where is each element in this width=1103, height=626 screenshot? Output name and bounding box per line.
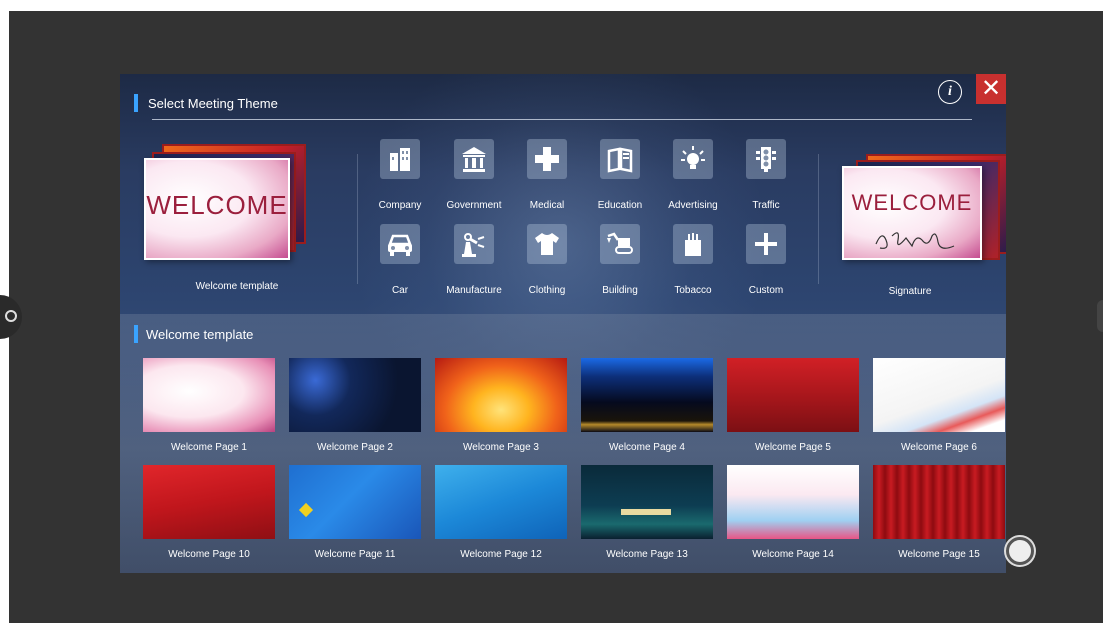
signature-preview: WELCOME <box>842 166 982 260</box>
category-label: Medical <box>529 200 565 211</box>
category-label: Manufacture <box>446 285 502 296</box>
category-education[interactable] <box>600 139 640 179</box>
close-icon[interactable]: ✕ <box>976 74 1006 104</box>
signature-scribble <box>875 232 955 249</box>
excavator-icon <box>607 232 633 254</box>
template-thumb-13[interactable] <box>581 465 713 539</box>
right-divider <box>818 154 819 284</box>
category-traffic[interactable] <box>746 139 786 179</box>
welcome-text: WELCOME <box>146 190 288 220</box>
floating-menu-button[interactable] <box>1006 537 1034 565</box>
template-thumb-14[interactable] <box>727 465 859 539</box>
left-divider <box>357 154 358 284</box>
template-thumb-2[interactable] <box>289 358 421 432</box>
template-thumb-12[interactable] <box>435 465 567 539</box>
category-label: Car <box>391 285 409 296</box>
traffic-light-icon <box>756 147 776 172</box>
category-car[interactable] <box>380 224 420 264</box>
plus-icon <box>755 233 777 255</box>
category-medical[interactable] <box>527 139 567 179</box>
government-icon <box>462 147 486 172</box>
decorative-shape <box>298 502 314 518</box>
template-label: Welcome Page 12 <box>460 549 542 560</box>
category-label: Traffic <box>752 200 780 211</box>
template-thumb-6[interactable] <box>873 358 1005 432</box>
welcome-text: WELCOME <box>851 190 973 215</box>
meeting-theme-dialog: Select Meeting Theme i ✕ WELCOME Welcome… <box>120 74 1006 573</box>
section-accent-bar <box>134 325 138 343</box>
template-label: Welcome Page 15 <box>898 549 980 560</box>
template-thumb-4[interactable] <box>581 358 713 432</box>
template-label: Welcome Page 2 <box>317 442 393 453</box>
book-icon <box>607 147 633 173</box>
decorative-banner <box>621 509 671 515</box>
template-thumb-3[interactable] <box>435 358 567 432</box>
template-thumb-5[interactable] <box>727 358 859 432</box>
cigarette-pack-icon <box>685 233 701 256</box>
category-clothing[interactable] <box>527 224 567 264</box>
category-label: Building <box>602 285 638 296</box>
template-label: Welcome Page 14 <box>752 549 834 560</box>
welcome-template-card[interactable]: WELCOME <box>142 144 312 264</box>
car-icon <box>388 234 412 256</box>
side-toolbar-handle-right[interactable] <box>1097 300 1103 332</box>
theme-selection-panel: Select Meeting Theme i ✕ WELCOME Welcome… <box>120 74 1006 314</box>
template-label: Welcome Page 5 <box>755 442 831 453</box>
template-thumb-1[interactable] <box>143 358 275 432</box>
settings-icon[interactable] <box>5 310 17 322</box>
category-label: Government <box>446 200 502 211</box>
signature-card[interactable]: WELCOME <box>838 154 1006 274</box>
template-thumb-11[interactable] <box>289 465 421 539</box>
category-advertising[interactable] <box>673 139 713 179</box>
category-manufacture[interactable] <box>454 224 494 264</box>
template-thumb-15[interactable] <box>873 465 1005 539</box>
lightbulb-icon <box>681 146 705 169</box>
category-label: Company <box>378 200 422 211</box>
template-label: Welcome Page 4 <box>609 442 685 453</box>
category-government[interactable] <box>454 139 494 179</box>
category-label: Tobacco <box>674 285 712 296</box>
welcome-template-label: Welcome template <box>195 281 279 292</box>
category-building[interactable] <box>600 224 640 264</box>
template-label: Welcome Page 3 <box>463 442 539 453</box>
category-label: Advertising <box>668 200 718 211</box>
category-custom[interactable] <box>746 224 786 264</box>
medical-cross-icon <box>535 147 559 171</box>
template-label: Welcome Page 6 <box>901 442 977 453</box>
title-divider <box>152 119 972 120</box>
signature-label: Signature <box>888 286 932 297</box>
robot-arm-icon <box>462 233 485 257</box>
category-label: Custom <box>748 285 784 296</box>
template-label: Welcome Page 10 <box>168 549 250 560</box>
tshirt-icon <box>535 233 559 255</box>
template-label: Welcome Page 11 <box>314 549 396 560</box>
template-thumb-10[interactable] <box>143 465 275 539</box>
info-icon[interactable]: i <box>938 80 962 104</box>
category-tobacco[interactable] <box>673 224 713 264</box>
template-label: Welcome Page 13 <box>606 549 688 560</box>
building-icon <box>390 148 410 171</box>
title-accent-bar <box>134 94 138 112</box>
welcome-preview: WELCOME <box>144 158 290 260</box>
welcome-template-panel: Welcome template Welcome Page 1 Welcome … <box>120 314 1006 573</box>
category-company[interactable] <box>380 139 420 179</box>
section-title: Welcome template <box>146 327 254 342</box>
category-label: Education <box>597 200 643 211</box>
category-label: Clothing <box>528 285 566 296</box>
template-label: Welcome Page 1 <box>171 442 247 453</box>
dialog-title: Select Meeting Theme <box>148 96 278 111</box>
